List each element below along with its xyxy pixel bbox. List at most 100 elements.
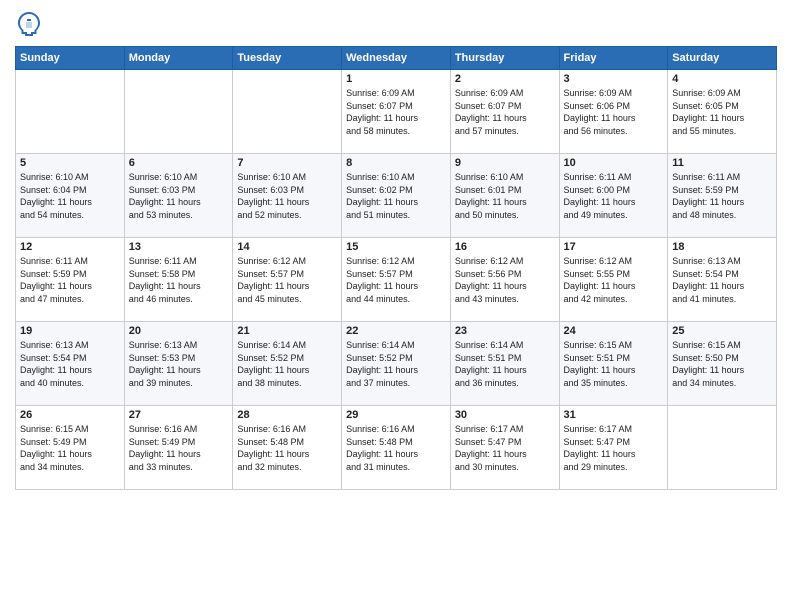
day-info: Sunrise: 6:10 AM Sunset: 6:02 PM Dayligh…: [346, 171, 446, 221]
day-cell: 17 Sunrise: 6:12 AM Sunset: 5:55 PM Dayli…: [559, 238, 668, 322]
day-cell: 13 Sunrise: 6:11 AM Sunset: 5:58 PM Dayli…: [124, 238, 233, 322]
logo-icon: [15, 10, 43, 38]
day-cell: 11 Sunrise: 6:11 AM Sunset: 5:59 PM Dayli…: [668, 154, 777, 238]
day-cell: 16 Sunrise: 6:12 AM Sunset: 5:56 PM Dayli…: [450, 238, 559, 322]
day-info: Sunrise: 6:09 AM Sunset: 6:05 PM Dayligh…: [672, 87, 772, 137]
day-number: 19: [20, 325, 120, 337]
day-cell: 1 Sunrise: 6:09 AM Sunset: 6:07 PM Daylig…: [342, 70, 451, 154]
day-number: 4: [672, 73, 772, 85]
day-cell: 23Sunrise: 6:14 AM Sunset: 5:51 PM Dayli…: [450, 322, 559, 406]
day-number: 28: [237, 409, 337, 421]
day-number: 23: [455, 325, 555, 337]
weekday-header-wednesday: Wednesday: [342, 47, 451, 70]
day-number: 12: [20, 241, 120, 253]
day-info: Sunrise: 6:10 AM Sunset: 6:03 PM Dayligh…: [129, 171, 229, 221]
week-row-1: 1 Sunrise: 6:09 AM Sunset: 6:07 PM Daylig…: [16, 70, 777, 154]
logo: [15, 10, 47, 38]
day-number: 21: [237, 325, 337, 337]
calendar-table: SundayMondayTuesdayWednesdayThursdayFrid…: [15, 46, 777, 490]
day-info: Sunrise: 6:15 AM Sunset: 5:50 PM Dayligh…: [672, 339, 772, 389]
day-info: Sunrise: 6:12 AM Sunset: 5:56 PM Dayligh…: [455, 255, 555, 305]
day-cell: 18 Sunrise: 6:13 AM Sunset: 5:54 PM Dayli…: [668, 238, 777, 322]
day-cell: 12 Sunrise: 6:11 AM Sunset: 5:59 PM Dayli…: [16, 238, 125, 322]
day-info: Sunrise: 6:14 AM Sunset: 5:52 PM Dayligh…: [346, 339, 446, 389]
day-cell: 19 Sunrise: 6:13 AM Sunset: 5:54 PM Dayli…: [16, 322, 125, 406]
day-info: Sunrise: 6:09 AM Sunset: 6:06 PM Dayligh…: [564, 87, 664, 137]
day-info: Sunrise: 6:16 AM Sunset: 5:48 PM Dayligh…: [237, 423, 337, 473]
day-cell: 29 Sunrise: 6:16 AM Sunset: 5:48 PM Dayli…: [342, 406, 451, 490]
weekday-header-sunday: Sunday: [16, 47, 125, 70]
day-info: Sunrise: 6:12 AM Sunset: 5:57 PM Dayligh…: [346, 255, 446, 305]
day-number: 10: [564, 157, 664, 169]
day-info: Sunrise: 6:10 AM Sunset: 6:04 PM Dayligh…: [20, 171, 120, 221]
day-cell: 14 Sunrise: 6:12 AM Sunset: 5:57 PM Dayli…: [233, 238, 342, 322]
day-info: Sunrise: 6:16 AM Sunset: 5:49 PM Dayligh…: [129, 423, 229, 473]
day-number: 17: [564, 241, 664, 253]
day-number: 8: [346, 157, 446, 169]
day-info: Sunrise: 6:09 AM Sunset: 6:07 PM Dayligh…: [455, 87, 555, 137]
day-info: Sunrise: 6:14 AM Sunset: 5:52 PM Dayligh…: [237, 339, 337, 389]
day-cell: 4 Sunrise: 6:09 AM Sunset: 6:05 PM Daylig…: [668, 70, 777, 154]
day-number: 26: [20, 409, 120, 421]
day-number: 16: [455, 241, 555, 253]
day-number: 18: [672, 241, 772, 253]
week-row-3: 12 Sunrise: 6:11 AM Sunset: 5:59 PM Dayli…: [16, 238, 777, 322]
day-cell: 24 Sunrise: 6:15 AM Sunset: 5:51 PM Dayli…: [559, 322, 668, 406]
day-number: 27: [129, 409, 229, 421]
day-info: Sunrise: 6:17 AM Sunset: 5:47 PM Dayligh…: [564, 423, 664, 473]
day-info: Sunrise: 6:11 AM Sunset: 5:59 PM Dayligh…: [672, 171, 772, 221]
day-number: 6: [129, 157, 229, 169]
day-info: Sunrise: 6:11 AM Sunset: 5:59 PM Dayligh…: [20, 255, 120, 305]
day-number: 13: [129, 241, 229, 253]
day-info: Sunrise: 6:15 AM Sunset: 5:51 PM Dayligh…: [564, 339, 664, 389]
week-row-2: 5Sunrise: 6:10 AM Sunset: 6:04 PM Daylig…: [16, 154, 777, 238]
day-info: Sunrise: 6:12 AM Sunset: 5:55 PM Dayligh…: [564, 255, 664, 305]
day-number: 7: [237, 157, 337, 169]
day-info: Sunrise: 6:17 AM Sunset: 5:47 PM Dayligh…: [455, 423, 555, 473]
day-cell: [124, 70, 233, 154]
day-info: Sunrise: 6:13 AM Sunset: 5:54 PM Dayligh…: [672, 255, 772, 305]
day-info: Sunrise: 6:11 AM Sunset: 6:00 PM Dayligh…: [564, 171, 664, 221]
day-cell: 27 Sunrise: 6:16 AM Sunset: 5:49 PM Dayli…: [124, 406, 233, 490]
day-number: 22: [346, 325, 446, 337]
day-cell: 25 Sunrise: 6:15 AM Sunset: 5:50 PM Dayli…: [668, 322, 777, 406]
day-number: 2: [455, 73, 555, 85]
day-number: 25: [672, 325, 772, 337]
day-cell: 7 Sunrise: 6:10 AM Sunset: 6:03 PM Daylig…: [233, 154, 342, 238]
day-info: Sunrise: 6:09 AM Sunset: 6:07 PM Dayligh…: [346, 87, 446, 137]
day-cell: [668, 406, 777, 490]
day-number: 31: [564, 409, 664, 421]
day-number: 9: [455, 157, 555, 169]
header: [15, 10, 777, 38]
day-number: 30: [455, 409, 555, 421]
day-cell: 10 Sunrise: 6:11 AM Sunset: 6:00 PM Dayli…: [559, 154, 668, 238]
day-number: 3: [564, 73, 664, 85]
page: SundayMondayTuesdayWednesdayThursdayFrid…: [0, 0, 792, 612]
weekday-header-row: SundayMondayTuesdayWednesdayThursdayFrid…: [16, 47, 777, 70]
day-number: 29: [346, 409, 446, 421]
weekday-header-monday: Monday: [124, 47, 233, 70]
day-info: Sunrise: 6:12 AM Sunset: 5:57 PM Dayligh…: [237, 255, 337, 305]
day-cell: 5Sunrise: 6:10 AM Sunset: 6:04 PM Daylig…: [16, 154, 125, 238]
day-number: 1: [346, 73, 446, 85]
weekday-header-thursday: Thursday: [450, 47, 559, 70]
day-number: 14: [237, 241, 337, 253]
day-cell: 9Sunrise: 6:10 AM Sunset: 6:01 PM Daylig…: [450, 154, 559, 238]
day-info: Sunrise: 6:15 AM Sunset: 5:49 PM Dayligh…: [20, 423, 120, 473]
weekday-header-friday: Friday: [559, 47, 668, 70]
week-row-5: 26 Sunrise: 6:15 AM Sunset: 5:49 PM Dayli…: [16, 406, 777, 490]
day-info: Sunrise: 6:13 AM Sunset: 5:54 PM Dayligh…: [20, 339, 120, 389]
day-cell: [233, 70, 342, 154]
day-cell: 31 Sunrise: 6:17 AM Sunset: 5:47 PM Dayli…: [559, 406, 668, 490]
day-info: Sunrise: 6:16 AM Sunset: 5:48 PM Dayligh…: [346, 423, 446, 473]
day-number: 15: [346, 241, 446, 253]
day-cell: 30 Sunrise: 6:17 AM Sunset: 5:47 PM Dayli…: [450, 406, 559, 490]
day-info: Sunrise: 6:10 AM Sunset: 6:03 PM Dayligh…: [237, 171, 337, 221]
day-cell: 20Sunrise: 6:13 AM Sunset: 5:53 PM Dayli…: [124, 322, 233, 406]
day-number: 24: [564, 325, 664, 337]
day-cell: 8 Sunrise: 6:10 AM Sunset: 6:02 PM Daylig…: [342, 154, 451, 238]
day-cell: 21 Sunrise: 6:14 AM Sunset: 5:52 PM Dayli…: [233, 322, 342, 406]
day-number: 11: [672, 157, 772, 169]
day-info: Sunrise: 6:13 AM Sunset: 5:53 PM Dayligh…: [129, 339, 229, 389]
day-info: Sunrise: 6:11 AM Sunset: 5:58 PM Dayligh…: [129, 255, 229, 305]
